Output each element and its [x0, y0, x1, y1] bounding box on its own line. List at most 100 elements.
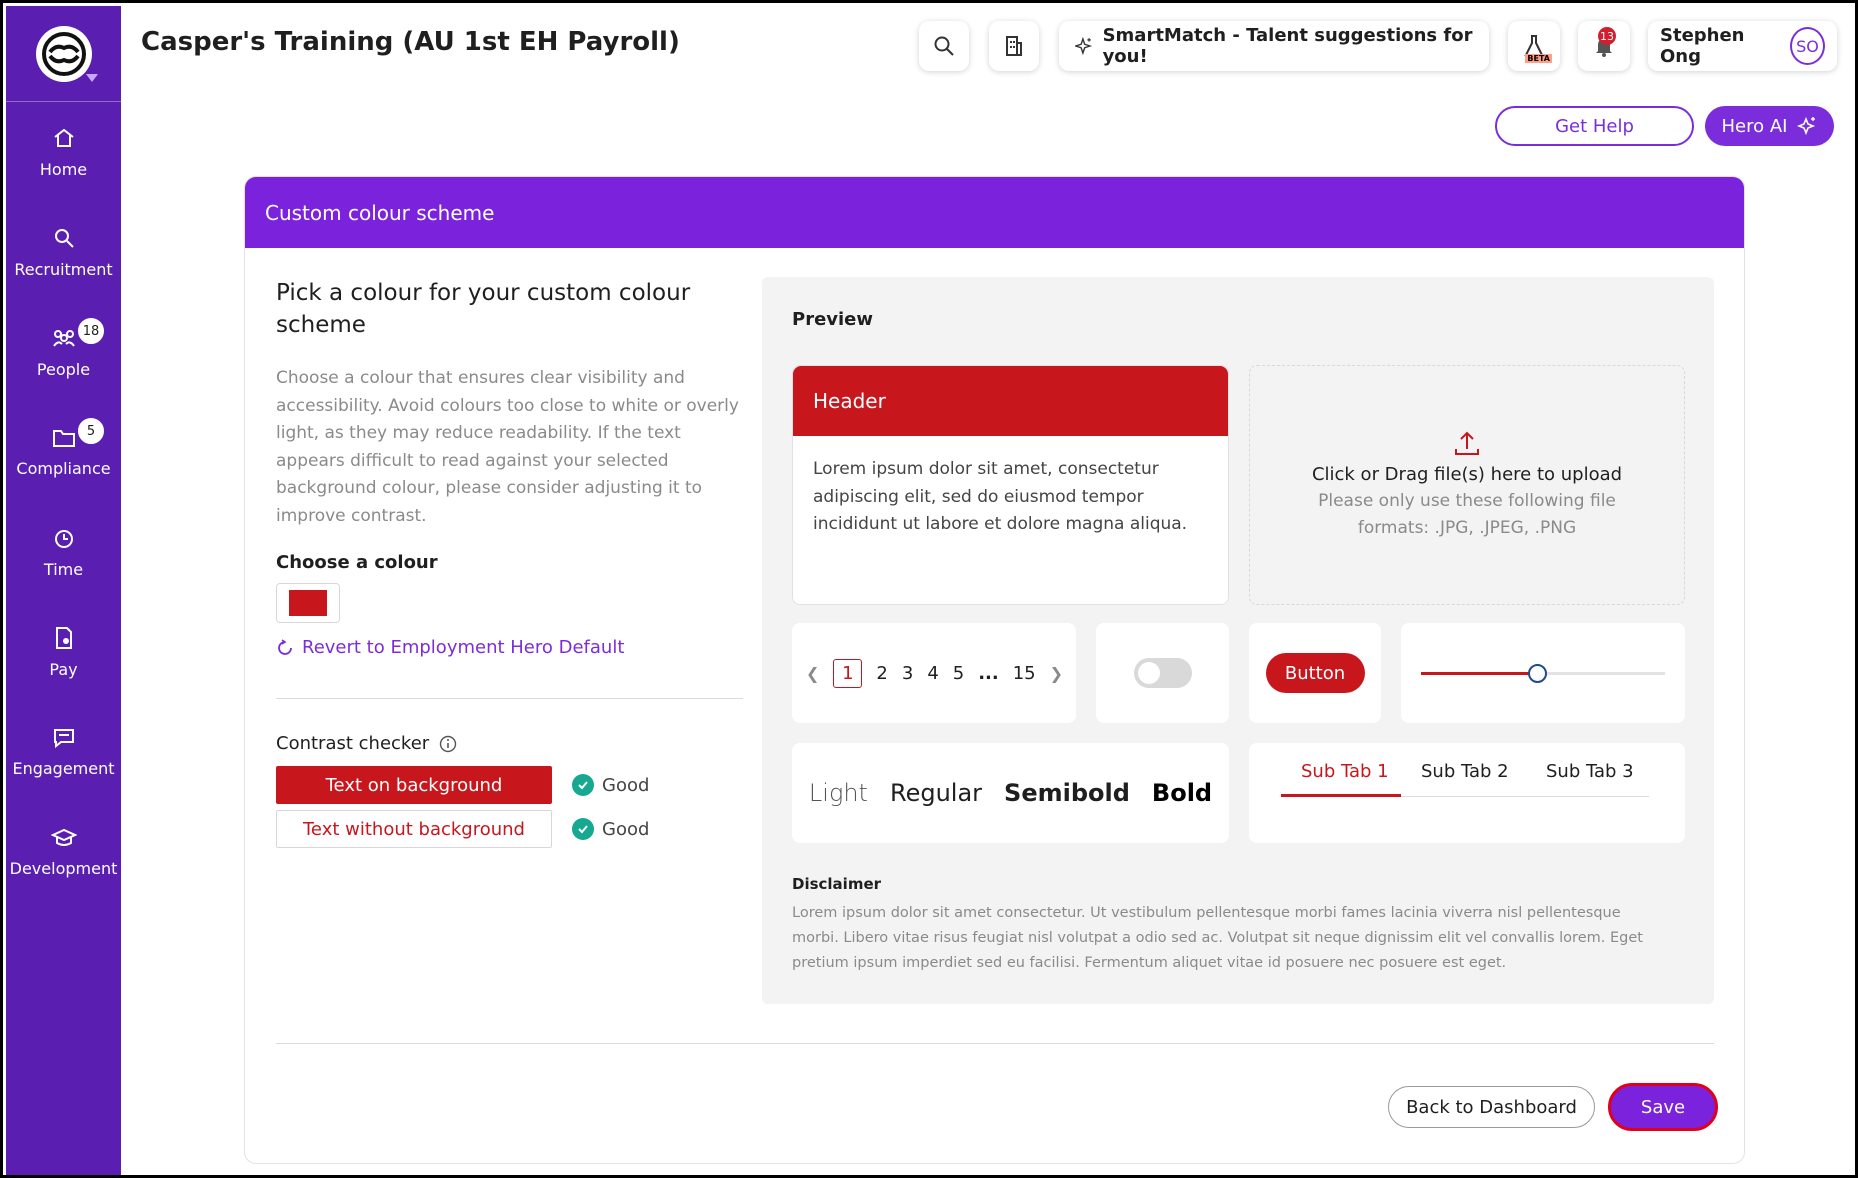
revert-default-link[interactable]: Revert to Employment Hero Default: [276, 637, 744, 658]
prev-page-icon[interactable]: ❮: [806, 664, 819, 683]
hero-ai-button[interactable]: Hero AI: [1705, 106, 1834, 146]
get-help-button[interactable]: Get Help: [1495, 106, 1694, 146]
sub-tabs: Sub Tab 1 Sub Tab 2 Sub Tab 3: [1281, 743, 1649, 843]
pagination: ❮ 1 2 3 4 5 ... 15 ❯: [792, 623, 1076, 723]
pick-description: Choose a colour that ensures clear visib…: [276, 368, 739, 526]
colour-swatch: [289, 590, 327, 616]
user-name: Stephen Ong: [1660, 25, 1745, 67]
sidebar-item-home[interactable]: Home: [6, 102, 121, 202]
preview-title: Preview: [792, 309, 874, 330]
page-3[interactable]: 3: [902, 663, 913, 684]
text-without-background-sample: Text without background: [276, 810, 552, 848]
section-divider: [276, 698, 743, 699]
search-button[interactable]: [919, 21, 969, 71]
preview-slider-card: [1401, 623, 1685, 723]
sub-tab-1[interactable]: Sub Tab 1: [1301, 761, 1389, 782]
smartmatch-button[interactable]: SmartMatch - Talent suggestions for you!: [1059, 21, 1489, 71]
pick-title: Pick a colour for your custom colour sch…: [276, 280, 691, 338]
check-icon: [572, 774, 594, 796]
sparkle-icon: [1075, 36, 1093, 56]
contrast-checker-heading: Contrast checker: [276, 733, 744, 754]
save-button[interactable]: Save: [1608, 1083, 1718, 1131]
refresh-icon: [278, 638, 292, 655]
page-5[interactable]: 5: [953, 663, 964, 684]
upload-icon: [1455, 431, 1479, 455]
avatar: SO: [1790, 27, 1825, 65]
hero-ai-label: Hero AI: [1721, 115, 1788, 137]
sidebar-item-development[interactable]: Development: [6, 802, 121, 902]
sub-tab-3[interactable]: Sub Tab 3: [1546, 761, 1634, 782]
folder-icon: [52, 429, 75, 447]
preview-header-card: Header Lorem ipsum dolor sit amet, conse…: [792, 365, 1229, 605]
disclaimer-title: Disclaimer: [792, 875, 882, 893]
preview-tabs-card: Sub Tab 1 Sub Tab 2 Sub Tab 3: [1249, 743, 1685, 843]
font-weights-row: Light Regular Semibold Bold: [792, 743, 1229, 843]
beta-badge: BETA: [1525, 54, 1552, 63]
slider-handle[interactable]: [1528, 664, 1547, 683]
compliance-badge: 5: [76, 416, 106, 446]
card-title: Custom colour scheme: [265, 200, 495, 225]
sidebar-item-time[interactable]: Time: [6, 502, 121, 602]
search-person-icon: [54, 228, 74, 248]
smartmatch-label: SmartMatch - Talent suggestions for you!: [1102, 25, 1473, 67]
organisation-button[interactable]: [989, 21, 1039, 71]
sidebar-item-label: Development: [9, 858, 118, 878]
employment-hero-logo[interactable]: [35, 25, 98, 82]
colour-picker-panel: Pick a colour for your custom colour sch…: [276, 277, 744, 848]
weight-regular: Regular: [889, 779, 983, 807]
sidebar-item-recruitment[interactable]: Recruitment: [6, 202, 121, 302]
choose-colour-label: Choose a colour: [276, 552, 438, 573]
sub-tab-2[interactable]: Sub Tab 2: [1421, 761, 1509, 782]
preview-font-weights: Light Regular Semibold Bold: [792, 743, 1229, 843]
chat-icon: [53, 728, 74, 748]
user-menu-button[interactable]: Stephen Ong SO: [1648, 21, 1837, 71]
sidebar-item-label: People: [36, 359, 91, 379]
sidebar-item-label: Pay: [49, 659, 78, 679]
building-icon: [1006, 36, 1022, 56]
sidebar: Home Recruitment 18 People 5 Compliance …: [6, 6, 121, 1175]
colour-picker-input[interactable]: [276, 583, 340, 623]
page-15[interactable]: 15: [1013, 663, 1036, 684]
page-4[interactable]: 4: [927, 663, 938, 684]
sidebar-item-people[interactable]: 18 People: [6, 302, 121, 402]
sparkle-icon: [1797, 116, 1816, 136]
notifications-button[interactable]: 13: [1578, 21, 1630, 71]
sidebar-item-engagement[interactable]: Engagement: [6, 702, 121, 802]
contrast-result-label: Good: [602, 774, 650, 796]
sidebar-item-label: Engagement: [12, 758, 115, 778]
sidebar-item-label: Time: [43, 559, 84, 579]
revert-label: Revert to Employment Hero Default: [302, 637, 625, 658]
preview-toggle[interactable]: [1133, 658, 1192, 688]
upload-sub-label: Please only use these following file for…: [1318, 490, 1616, 538]
people-badge: 18: [76, 316, 106, 346]
text-on-background-sample: Text on background: [276, 766, 552, 804]
contrast-label: Contrast checker: [276, 733, 430, 754]
sidebar-item-label: Recruitment: [14, 259, 113, 279]
page-1[interactable]: 1: [833, 658, 863, 688]
page-2[interactable]: 2: [876, 663, 887, 684]
sidebar-item-pay[interactable]: Pay: [6, 602, 121, 702]
preview-pagination: ❮ 1 2 3 4 5 ... 15 ❯: [792, 623, 1076, 723]
next-page-icon[interactable]: ❯: [1050, 664, 1063, 683]
footer-divider: [276, 1043, 1714, 1044]
sidebar-item-label: Compliance: [16, 458, 111, 478]
slider-track[interactable]: [1421, 664, 1665, 683]
sidebar-item-label: Home: [39, 159, 88, 179]
sidebar-item-compliance[interactable]: 5 Compliance: [6, 402, 121, 502]
preview-button[interactable]: Button: [1265, 653, 1365, 693]
back-to-dashboard-button[interactable]: Back to Dashboard: [1388, 1086, 1595, 1128]
logo-area: [6, 6, 121, 102]
time-icon: [54, 529, 73, 548]
graduation-cap-icon: [50, 828, 77, 846]
labs-button[interactable]: BETA: [1508, 21, 1560, 71]
contrast-row: Text without background Good: [276, 810, 744, 848]
pay-icon: [55, 626, 72, 649]
weight-semibold: Semibold: [1004, 779, 1130, 807]
upload-dropzone[interactable]: Click or Drag file(s) here to upload Ple…: [1249, 365, 1685, 605]
weight-light: Light: [808, 779, 868, 807]
slider-fill: [1421, 672, 1538, 675]
preview-lorem: Lorem ipsum dolor sit amet, consectetur …: [813, 459, 1188, 534]
contrast-row: Text on background Good: [276, 766, 744, 804]
info-icon[interactable]: [439, 735, 457, 753]
preview-toggle-card: [1096, 623, 1229, 723]
